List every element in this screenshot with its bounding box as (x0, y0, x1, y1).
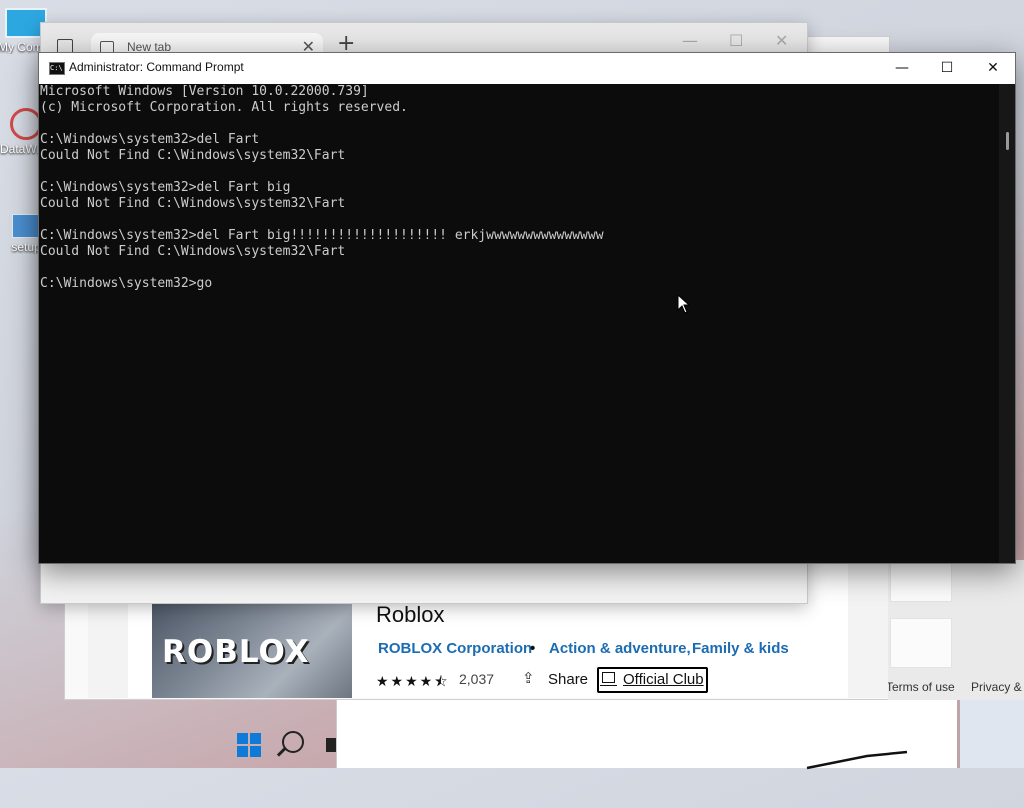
console-line: Microsoft Windows [Version 10.0.22000.73… (40, 84, 369, 99)
console-line: C:\Windows\system32>go (40, 276, 213, 291)
official-club-button[interactable]: Official Club (597, 667, 708, 693)
windows-logo-icon (250, 733, 261, 744)
maximize-button[interactable]: ☐ (924, 53, 970, 84)
console-line: C:\Windows\system32>del Fart big (40, 180, 291, 195)
cmd-title: Administrator: Command Prompt (69, 60, 244, 74)
meta-separator: • (530, 640, 536, 657)
search-icon[interactable] (282, 731, 304, 753)
console-line: C:\Windows\system32>del Fart big!!!!!!!!… (40, 228, 604, 243)
category-link[interactable]: Action & adventure, (549, 640, 691, 657)
start-button[interactable] (237, 733, 261, 757)
console-line: (c) Microsoft Corporation. All rights re… (40, 100, 408, 115)
console-line: Could Not Find C:\Windows\system32\Fart (40, 148, 346, 163)
category-link-family[interactable]: Family & kids (692, 640, 789, 657)
close-button[interactable]: ✕ (970, 53, 1016, 84)
browser-maximize-button[interactable]: ☐ (729, 31, 743, 50)
windows-logo-icon (237, 733, 248, 744)
share-icon[interactable]: ⇪ (522, 669, 535, 687)
console-output[interactable]: Microsoft Windows [Version 10.0.22000.73… (40, 84, 997, 563)
task-view-icon[interactable] (326, 738, 336, 752)
console-line: C:\Windows\system32>del Fart (40, 132, 260, 147)
mouse-cursor-icon (677, 294, 691, 314)
privacy-link[interactable]: Privacy & (971, 680, 1022, 694)
scrollbar[interactable] (999, 84, 1015, 563)
rating-count: 2,037 (459, 671, 495, 687)
minimize-button[interactable]: — (879, 53, 925, 84)
rating-stars: ★★★★⯪ (376, 674, 450, 690)
terms-of-use-link[interactable]: Terms of use (886, 680, 955, 694)
pen-stroke-icon (806, 750, 908, 770)
app-title: Roblox (376, 602, 445, 627)
installer-icon (12, 214, 40, 238)
background-page (336, 700, 957, 770)
share-button[interactable]: Share (548, 671, 588, 688)
console-line: Could Not Find C:\Windows\system32\Fart (40, 196, 346, 211)
app-thumbnail: ROBLOX (152, 598, 352, 698)
windows-logo-icon (250, 746, 261, 757)
store-card (890, 618, 952, 668)
official-club-label: Official Club (623, 671, 704, 688)
store-card (890, 560, 952, 602)
windows-logo-icon (237, 746, 248, 757)
command-prompt-window[interactable]: C:\ Administrator: Command Prompt — ☐ ✕ … (38, 52, 1016, 564)
browser-close-button[interactable]: ✕ (775, 31, 788, 50)
cmd-titlebar[interactable]: C:\ Administrator: Command Prompt — ☐ ✕ (39, 53, 1015, 84)
laptop-icon (600, 672, 617, 686)
roblox-logo: ROBLOX (162, 634, 310, 670)
store-side-area: Terms of use Privacy & (886, 560, 1024, 700)
publisher-link[interactable]: ROBLOX Corporation (378, 640, 532, 657)
background-window (960, 700, 1024, 768)
cmd-icon: C:\ (49, 62, 65, 75)
scrollbar-thumb[interactable] (1006, 132, 1009, 150)
browser-minimize-button[interactable]: — (682, 31, 698, 50)
console-line: Could Not Find C:\Windows\system32\Fart (40, 244, 346, 259)
